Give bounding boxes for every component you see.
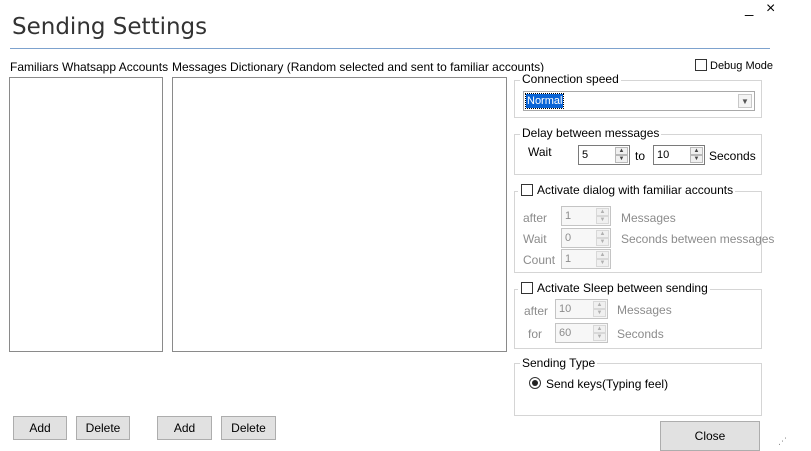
dialog-after-value: 1 [565,210,572,222]
sleep-title-wrap: Activate Sleep between sending [518,281,710,295]
window-title: Sending Settings [12,14,208,40]
sleep-for-value: 60 [559,327,572,339]
stepper-down-icon[interactable]: ▼ [615,155,628,163]
dialog-after-stepper[interactable]: 1 ▲ ▼ [561,206,611,226]
delete-message-button[interactable]: Delete [221,416,276,440]
stepper-up-icon[interactable]: ▲ [593,301,606,309]
stepper-down-icon[interactable]: ▼ [593,309,606,317]
connection-speed-title: Connection speed [520,72,621,86]
dialog-title-wrap: Activate dialog with familiar accounts [518,183,736,197]
sleep-checkbox[interactable] [521,282,533,294]
sleep-after-label: after [524,304,549,318]
delay-to-label: to [635,149,646,163]
sleep-after-stepper[interactable]: 10 ▲ ▼ [555,299,608,319]
send-keys-label: Send keys(Typing feel) [546,377,669,391]
delay-title: Delay between messages [520,126,662,140]
stepper-down-icon[interactable]: ▼ [596,259,609,267]
debug-mode-label: Debug Mode [710,60,773,72]
dialog-after-label: after [523,211,548,225]
stepper-up-icon[interactable]: ▲ [596,230,609,238]
stepper-up-icon[interactable]: ▲ [690,147,703,155]
messages-listbox[interactable] [172,77,507,352]
close-window-button[interactable]: × [766,1,775,17]
stepper-down-icon[interactable]: ▼ [596,216,609,224]
accounts-header: Familiars Whatsapp Accounts [10,60,169,74]
delay-to-stepper[interactable]: 10 ▲ ▼ [653,145,705,165]
connection-speed-select[interactable]: Normal ▼ [523,91,755,111]
sleep-after-unit: Messages [617,303,672,317]
sleep-for-stepper[interactable]: 60 ▲ ▼ [555,323,608,343]
close-button[interactable]: Close [660,421,760,451]
messages-header: Messages Dictionary (Random selected and… [172,60,545,74]
dialog-wait-value: 0 [565,232,572,244]
stepper-up-icon[interactable]: ▲ [596,208,609,216]
delay-from-stepper[interactable]: 5 ▲ ▼ [578,145,630,165]
sleep-for-label: for [528,327,543,341]
delay-wait-label: Wait [528,145,552,159]
dialog-count-stepper[interactable]: 1 ▲ ▼ [561,249,611,269]
send-keys-radio[interactable] [529,377,541,389]
stepper-up-icon[interactable]: ▲ [593,325,606,333]
sleep-title: Activate Sleep between sending [537,281,708,295]
dialog-title: Activate dialog with familiar accounts [537,183,734,197]
sleep-after-value: 10 [559,303,572,315]
resize-grip-icon[interactable]: ⋰ [778,436,787,447]
add-message-button[interactable]: Add [157,416,212,440]
title-divider [10,48,770,49]
dialog-count-label: Count [523,253,556,267]
accounts-listbox[interactable] [9,77,163,352]
delay-from-value: 5 [582,149,589,161]
sending-type-title: Sending Type [520,356,598,370]
dialog-wait-unit: Seconds between messages [621,232,775,246]
dialog-checkbox[interactable] [521,184,533,196]
stepper-up-icon[interactable]: ▲ [615,147,628,155]
stepper-down-icon[interactable]: ▼ [690,155,703,163]
add-account-button[interactable]: Add [13,416,67,440]
stepper-down-icon[interactable]: ▼ [593,333,606,341]
debug-mode-checkbox[interactable] [695,59,707,71]
delay-to-value: 10 [657,149,670,161]
dialog-wait-stepper[interactable]: 0 ▲ ▼ [561,228,611,248]
minimize-button[interactable]: _ [745,1,753,16]
delay-unit-label: Seconds [709,149,756,163]
dialog-after-unit: Messages [621,211,676,225]
delete-account-button[interactable]: Delete [76,416,130,440]
sleep-for-unit: Seconds [617,327,664,341]
connection-speed-value: Normal [524,93,565,109]
chevron-down-icon[interactable]: ▼ [738,94,752,108]
dialog-wait-label: Wait [523,232,547,246]
stepper-down-icon[interactable]: ▼ [596,238,609,246]
dialog-count-value: 1 [565,253,572,265]
stepper-up-icon[interactable]: ▲ [596,251,609,259]
